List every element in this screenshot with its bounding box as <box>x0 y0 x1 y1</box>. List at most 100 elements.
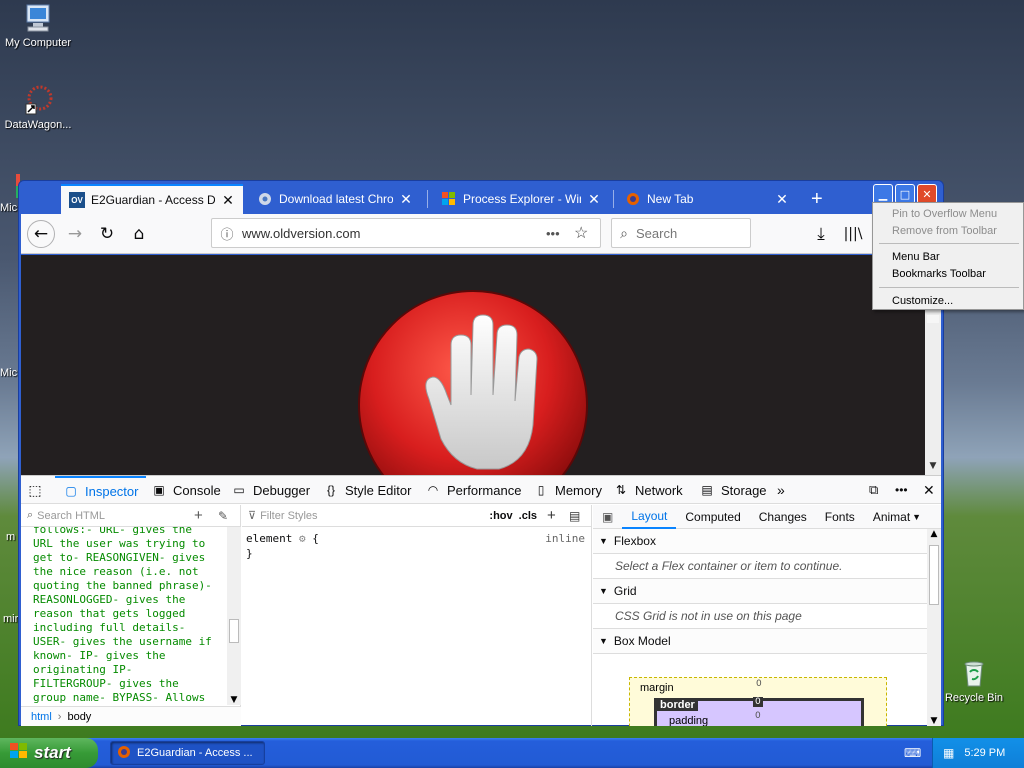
tab-memory[interactable]: ▯ Memory <box>533 476 602 504</box>
add-node-icon[interactable]: + <box>194 507 218 524</box>
network-tray-icon[interactable]: ▦ <box>943 746 954 760</box>
tab-storage[interactable]: ▤ Storage <box>699 476 766 504</box>
flexbox-header[interactable]: ▼ Flexbox <box>593 529 927 554</box>
scroll-up-icon[interactable]: ▲ <box>928 529 940 539</box>
home-button[interactable]: ⌂ <box>125 220 153 248</box>
rule-source[interactable]: inline <box>545 531 585 546</box>
close-tab-icon[interactable]: ✕ <box>221 192 235 209</box>
tab-layout[interactable]: Layout <box>622 505 677 529</box>
menu-item-menu-bar[interactable]: Menu Bar <box>873 248 1023 265</box>
info-icon[interactable]: ⓘ <box>212 224 242 243</box>
back-button[interactable]: ← <box>27 220 55 248</box>
start-button[interactable]: start <box>0 738 98 768</box>
search-html-input[interactable]: Search HTML <box>37 510 194 522</box>
devtools-menu-button[interactable]: ••• <box>895 476 908 504</box>
tab-label: Debugger <box>253 482 311 498</box>
tab-network[interactable]: ⇅ Network <box>613 476 683 504</box>
layout-content: ▼ Flexbox Select a Flex container or item… <box>593 529 927 726</box>
border-top-value[interactable]: 0 <box>753 697 763 707</box>
element-rule[interactable]: element ⚙ { inline } <box>242 527 591 565</box>
forward-button[interactable]: → <box>61 220 89 248</box>
gear-icon[interactable]: ⚙ <box>299 532 306 545</box>
bookmark-star-icon[interactable]: ☆ <box>574 223 600 243</box>
new-tab-button[interactable]: + <box>803 184 833 214</box>
downloads-button[interactable]: ⤓ <box>807 220 835 248</box>
search-html-bar[interactable]: ⌕ Search HTML + ✎ <box>21 505 240 527</box>
menu-item-pin-overflow[interactable]: Pin to Overflow Menu <box>873 205 1023 222</box>
close-devtools-button[interactable]: ✕ <box>923 476 935 504</box>
add-rule-icon[interactable]: + <box>547 507 569 524</box>
clock[interactable]: 5:29 PM <box>964 747 1005 759</box>
scroll-thumb[interactable] <box>927 315 939 323</box>
html-scrollbar[interactable]: ▼ <box>227 527 241 705</box>
page-actions-icon[interactable]: ••• <box>546 226 574 241</box>
html-tree[interactable]: follows:- URL- gives the URL the user was… <box>21 527 227 705</box>
tab-new-tab[interactable]: New Tab ✕ <box>617 184 797 214</box>
desktop-icon-my-computer[interactable]: My Computer <box>0 2 76 49</box>
url-bar[interactable]: ⓘ www.oldversion.com ••• ☆ <box>211 218 601 248</box>
desktop-icon-label: Mic <box>0 367 18 379</box>
filter-styles-bar[interactable]: ⊽ Filter Styles :hov .cls + ▤ <box>242 505 591 527</box>
tab-performance[interactable]: ◠ Performance <box>425 476 522 504</box>
tab-fonts[interactable]: Fonts <box>816 505 864 529</box>
cls-toggle[interactable]: .cls <box>519 510 537 522</box>
breadcrumb-body[interactable]: body <box>67 711 91 723</box>
scroll-thumb[interactable] <box>929 545 939 605</box>
menu-item-bookmarks-toolbar[interactable]: Bookmarks Toolbar <box>873 265 1023 282</box>
desktop-icon-recycle-bin[interactable]: Recycle Bin <box>936 657 1012 704</box>
scroll-down-icon[interactable]: ▼ <box>927 461 939 473</box>
desktop-icon-partial[interactable]: Mic <box>0 367 20 379</box>
reload-button[interactable]: ↻ <box>93 220 121 248</box>
tab-inspector[interactable]: ▢ Inspector <box>55 476 147 504</box>
menu-item-customize[interactable]: Customize... <box>873 292 1023 309</box>
margin-top-value[interactable]: 0 <box>756 679 762 689</box>
tab-chromium[interactable]: Download latest Chromiu ✕ <box>249 184 421 214</box>
tab-animations[interactable]: Animat <box>864 505 912 529</box>
close-tab-icon[interactable]: ✕ <box>587 191 601 208</box>
breadcrumb-html[interactable]: html <box>31 711 52 723</box>
scroll-thumb[interactable] <box>229 619 239 643</box>
menu-item-remove-toolbar[interactable]: Remove from Toolbar <box>873 222 1023 239</box>
padding-top-value[interactable]: 0 <box>755 711 761 721</box>
chromium-icon <box>257 191 273 207</box>
pick-element-icon: ⬚ <box>28 481 42 498</box>
tab-e2guardian[interactable]: OV E2Guardian - Access Deni ✕ <box>61 184 243 214</box>
scroll-down-icon[interactable]: ▼ <box>928 716 940 726</box>
dock-button[interactable]: ⧉ <box>869 476 878 504</box>
toggle-sidebar-icon[interactable]: ▣ <box>593 505 622 529</box>
eyedropper-icon[interactable]: ✎ <box>218 509 240 523</box>
scroll-down-icon[interactable]: ▼ <box>228 695 240 705</box>
box-model-margin[interactable]: margin 0 border 0 padding 0 <box>629 677 887 726</box>
html-text-node[interactable]: follows:- URL- gives the URL the user was… <box>21 527 227 705</box>
print-simulation-icon[interactable]: ▤ <box>569 509 591 523</box>
hov-toggle[interactable]: :hov <box>489 510 512 522</box>
layout-scrollbar[interactable]: ▲ ▼ <box>927 529 941 726</box>
pick-element-button[interactable]: ⬚ <box>27 476 49 504</box>
tab-process-explorer[interactable]: Process Explorer - Windo ✕ <box>433 184 609 214</box>
keyboard-icon[interactable]: ⌨ <box>904 746 921 760</box>
close-tab-icon[interactable]: ✕ <box>775 191 789 208</box>
taskbar-item-e2guardian[interactable]: E2Guardian - Access ... <box>110 741 265 765</box>
box-model-header[interactable]: ▼ Box Model <box>593 629 927 654</box>
more-tools-button[interactable]: » <box>777 476 785 504</box>
tab-computed[interactable]: Computed <box>676 505 749 529</box>
desktop-icon-partial[interactable]: Mic <box>0 172 20 214</box>
tab-changes[interactable]: Changes <box>750 505 816 529</box>
devtools-tabs: ⬚ ▢ Inspector ▣ Console ▭ Debugger {} Style … <box>21 476 941 504</box>
grid-header[interactable]: ▼ Grid <box>593 579 927 604</box>
close-tab-icon[interactable]: ✕ <box>399 191 413 208</box>
tab-style-editor[interactable]: {} Style Editor <box>323 476 412 504</box>
tab-console[interactable]: ▣ Console <box>151 476 220 504</box>
minimize-button[interactable]: ▁ <box>873 184 893 204</box>
library-button[interactable]: |||\ <box>839 220 867 248</box>
close-window-button[interactable]: ✕ <box>917 184 937 204</box>
filter-styles-input[interactable]: Filter Styles <box>260 510 489 522</box>
url-text[interactable]: www.oldversion.com <box>242 226 546 241</box>
search-bar[interactable]: ⌕ Search <box>611 218 751 248</box>
desktop-icon-datawagon[interactable]: DataWagon... <box>0 84 76 131</box>
chevron-right-icon: › <box>57 710 62 723</box>
tab-debugger[interactable]: ▭ Debugger <box>231 476 310 504</box>
chevron-down-icon[interactable]: ▼ <box>912 512 921 522</box>
box-model-border[interactable]: border 0 padding 0 <box>654 697 864 726</box>
maximize-button[interactable]: □ <box>895 184 915 204</box>
